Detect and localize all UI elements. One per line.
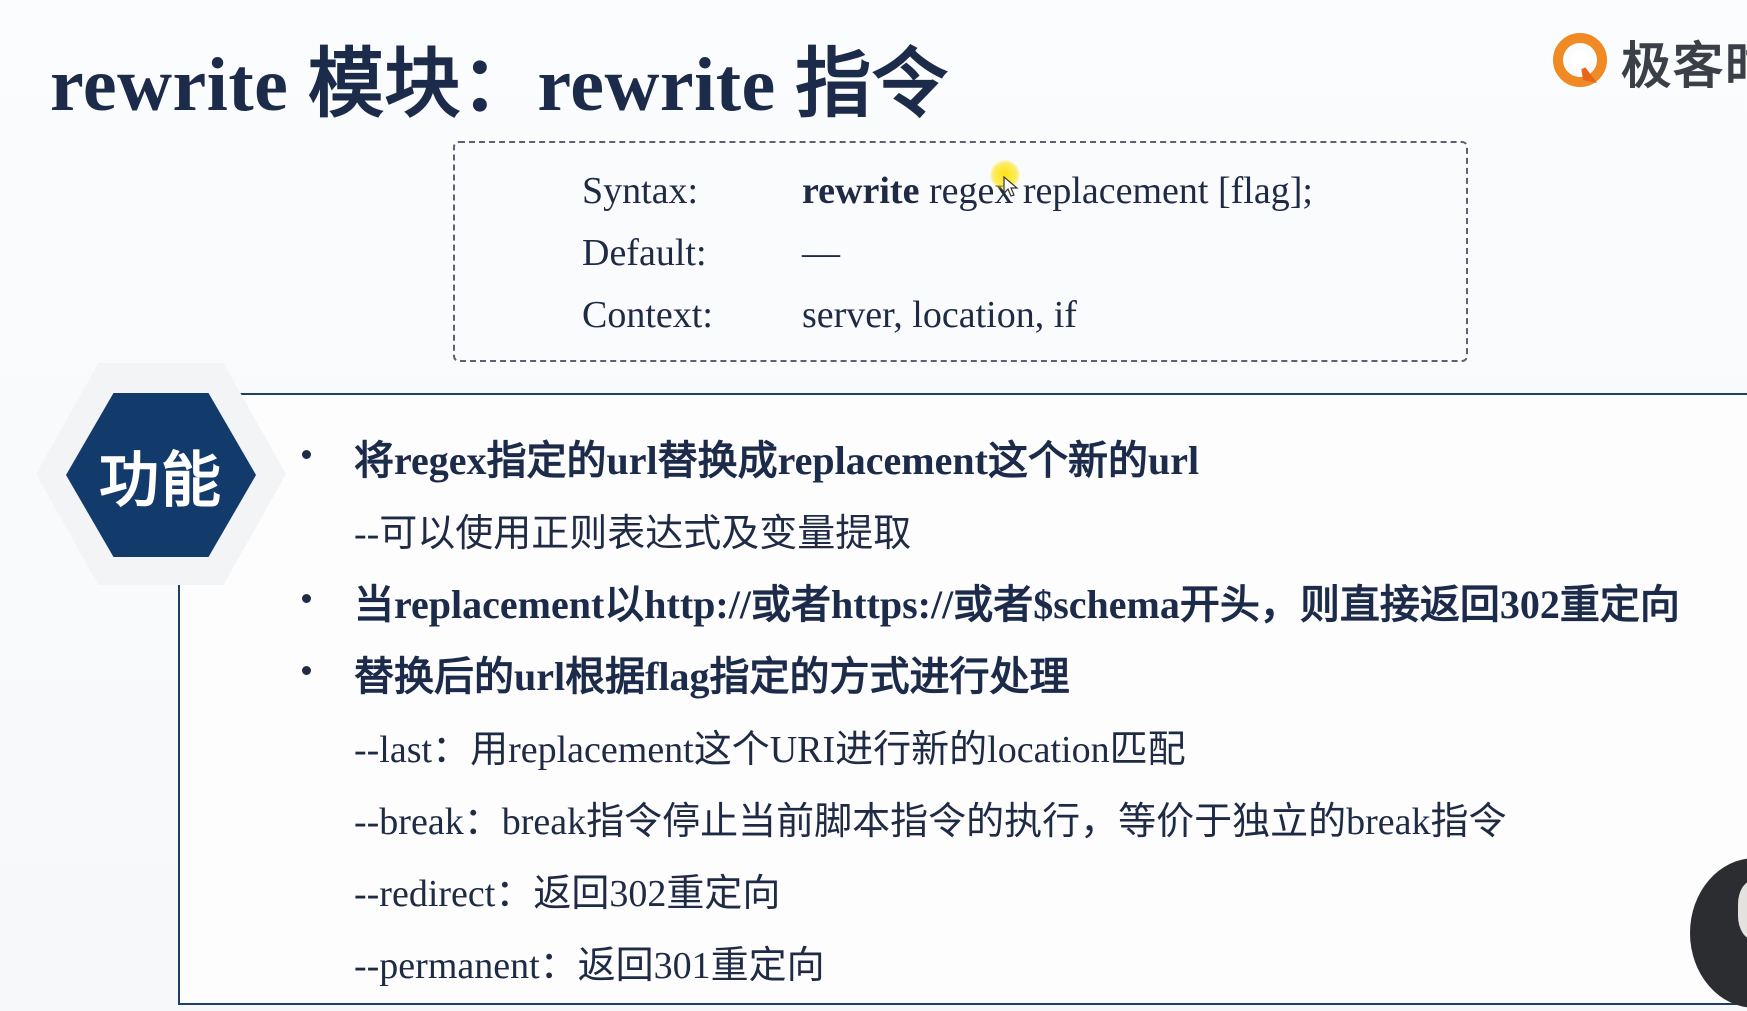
slide: rewrite 模块：rewrite 指令 极客时 Syntax: rewrite…: [0, 0, 1747, 1011]
bullet-subitem: --permanent：返回301重定向: [354, 945, 825, 987]
default-row: Default: —: [582, 231, 840, 275]
default-value: —: [802, 232, 840, 274]
bullet-subitem: --可以使用正则表达式及变量提取: [354, 513, 912, 555]
context-value: server, location, if: [802, 294, 1077, 336]
default-label: Default:: [582, 232, 707, 274]
syntax-keyword: rewrite: [802, 170, 920, 212]
bullet-item: 将regex指定的url替换成replacement这个新的url: [354, 438, 1200, 483]
syntax-label: Syntax:: [582, 170, 699, 212]
feature-badge: 功能: [36, 363, 286, 585]
syntax-row: Syntax: rewrite regex replacement [flag];: [582, 169, 1313, 213]
context-label: Context:: [582, 294, 713, 336]
geektime-logo-icon: [1553, 33, 1611, 91]
presenter-face: [1738, 880, 1747, 940]
badge-label: 功能: [99, 446, 223, 514]
bullet-subitem: --redirect：返回302重定向: [354, 873, 781, 915]
bullet-dot-icon: [302, 594, 311, 603]
bullet-dot-icon: [302, 666, 311, 675]
logo-text: 极客时: [1621, 38, 1747, 94]
bullet-item: 当replacement以http://或者https://或者$schema开…: [354, 582, 1680, 627]
context-row: Context: server, location, if: [582, 293, 1077, 337]
bullet-item: 替换后的url根据flag指定的方式进行处理: [354, 654, 1070, 699]
slide-title: rewrite 模块：rewrite 指令: [50, 43, 949, 127]
bullet-dot-icon: [302, 450, 311, 459]
syntax-value: regex replacement [flag];: [919, 170, 1313, 212]
bullet-subitem: --break：break指令停止当前脚本指令的执行，等价于独立的break指令: [354, 801, 1507, 843]
geektime-logo: 极客时: [1553, 22, 1747, 102]
bullet-subitem: --last：用replacement这个URI进行新的location匹配: [354, 729, 1186, 771]
syntax-box: Syntax: rewrite regex replacement [flag];…: [453, 141, 1468, 362]
